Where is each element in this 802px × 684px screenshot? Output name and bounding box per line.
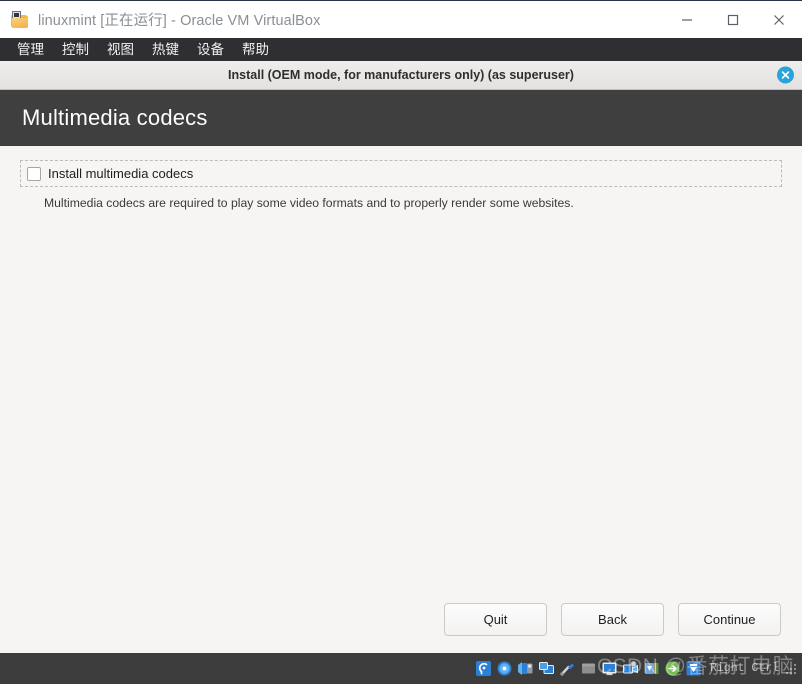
menu-manage[interactable]: 管理 xyxy=(8,38,53,61)
virtualbox-titlebar: linuxmint [正在运行] - Oracle VM VirtualBox xyxy=(0,0,802,38)
back-button[interactable]: Back xyxy=(561,603,664,636)
vm-features-icon[interactable] xyxy=(643,660,660,677)
network-icon[interactable] xyxy=(538,660,555,677)
installer-footer: Quit Back Continue xyxy=(444,603,781,636)
page-title: Multimedia codecs xyxy=(22,104,208,130)
menu-hotkeys[interactable]: 热键 xyxy=(143,38,188,61)
hard-disk-icon[interactable] xyxy=(475,660,492,677)
window-controls xyxy=(664,1,802,39)
install-multimedia-codecs-checkbox[interactable] xyxy=(27,166,41,181)
usb-icon[interactable] xyxy=(559,660,576,677)
close-circle-icon[interactable] xyxy=(777,66,794,84)
status-icons xyxy=(475,660,702,677)
menu-help[interactable]: 帮助 xyxy=(233,38,278,61)
installer-window-title: Install (OEM mode, for manufacturers onl… xyxy=(228,68,574,82)
menu-devices[interactable]: 设备 xyxy=(188,38,233,61)
menu-control[interactable]: 控制 xyxy=(53,38,98,61)
optical-disk-icon[interactable] xyxy=(496,660,513,677)
resize-grip-icon[interactable] xyxy=(785,663,796,674)
keyboard-icon[interactable] xyxy=(685,660,702,677)
shared-folders-icon[interactable] xyxy=(580,660,597,677)
codec-description: Multimedia codecs are required to play s… xyxy=(44,196,574,210)
virtualbox-window: linuxmint [正在运行] - Oracle VM VirtualBox … xyxy=(0,0,802,684)
floppy-disk-icon[interactable] xyxy=(517,660,534,677)
window-title: linuxmint [正在运行] - Oracle VM VirtualBox xyxy=(38,13,321,29)
install-multimedia-codecs-label: Install multimedia codecs xyxy=(48,166,194,181)
menu-view[interactable]: 视图 xyxy=(98,38,143,61)
installer-body: Install multimedia codecs Multimedia cod… xyxy=(0,146,802,653)
host-key-label: Right Ctrl xyxy=(709,662,779,675)
mouse-integration-icon[interactable] xyxy=(664,660,681,677)
virtualbox-statusbar: Right Ctrl xyxy=(0,653,802,684)
installer-titlebar: Install (OEM mode, for manufacturers onl… xyxy=(0,61,802,90)
close-icon[interactable] xyxy=(756,1,802,39)
minimize-icon[interactable] xyxy=(664,1,710,39)
display-icon[interactable] xyxy=(601,660,618,677)
continue-button[interactable]: Continue xyxy=(678,603,781,636)
guest-screen: Install (OEM mode, for manufacturers onl… xyxy=(0,61,802,653)
recording-icon[interactable] xyxy=(622,660,639,677)
vm-folder-icon xyxy=(11,10,29,29)
quit-button[interactable]: Quit xyxy=(444,603,547,636)
virtualbox-menubar: 管理 控制 视图 热键 设备 帮助 xyxy=(0,38,802,61)
install-multimedia-codecs-row[interactable]: Install multimedia codecs xyxy=(20,160,782,187)
installer-header: Multimedia codecs xyxy=(0,90,802,145)
maximize-icon[interactable] xyxy=(710,1,756,39)
